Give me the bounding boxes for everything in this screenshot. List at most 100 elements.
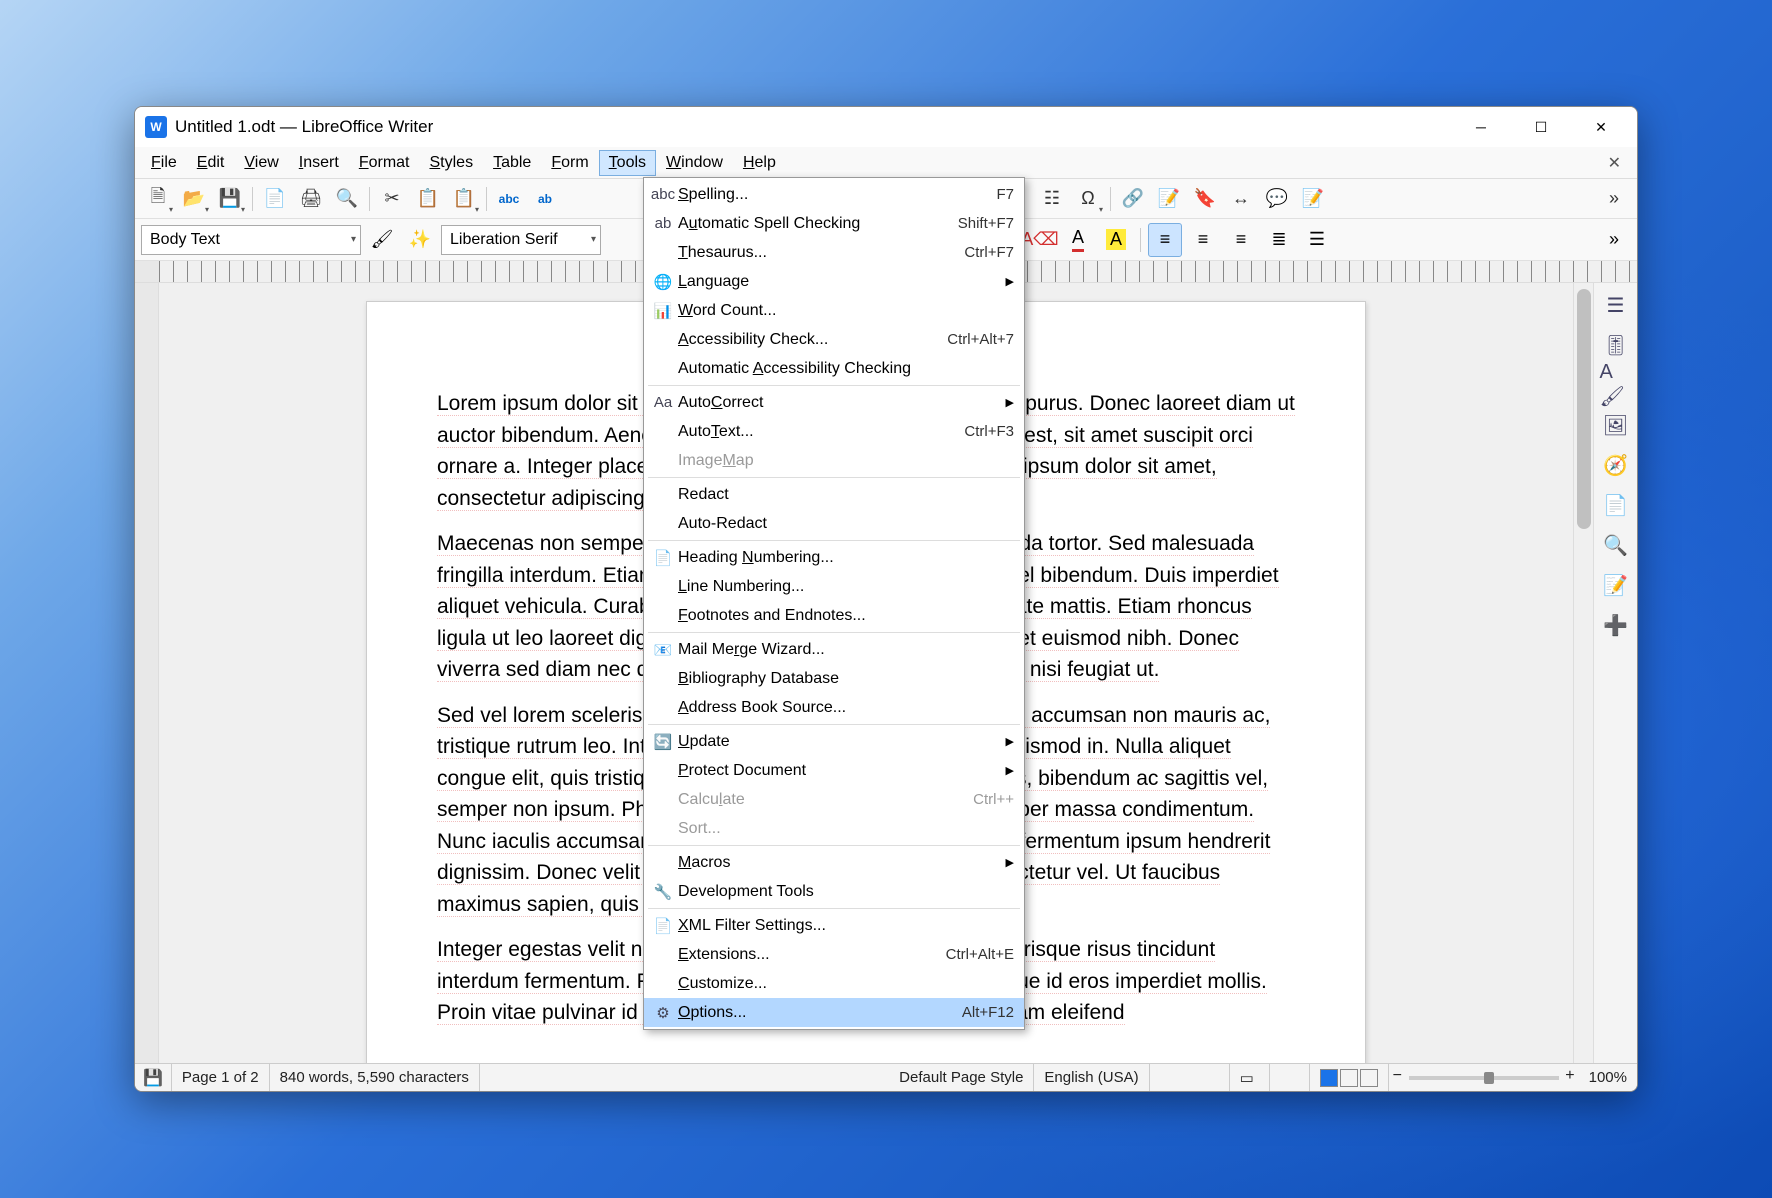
menu-item-mail-merge-wizard[interactable]: 📧Mail Merge Wizard... [644,635,1024,664]
open-button[interactable]: 📂 [177,182,211,216]
menu-item-autocorrect[interactable]: AaAutoCorrect▶ [644,388,1024,417]
selection-mode-status[interactable]: ▭ [1230,1064,1270,1091]
menu-item-automatic-accessibility-checking[interactable]: Automatic Accessibility Checking [644,354,1024,383]
hyperlink-button[interactable]: 🔗 [1116,182,1150,216]
zoom-percent[interactable]: 100% [1579,1064,1637,1091]
menu-item-development-tools[interactable]: 🔧Development Tools [644,877,1024,906]
menu-item-automatic-spell-checking[interactable]: abAutomatic Spell CheckingShift+F7 [644,209,1024,238]
footnote-button[interactable]: 📝 [1152,182,1186,216]
cut-button[interactable]: ✂ [375,182,409,216]
export-pdf-button[interactable]: 📄 [258,182,292,216]
menu-edit[interactable]: Edit [187,150,235,176]
book-view-icon[interactable] [1360,1069,1378,1087]
clear-format-button[interactable]: A⌫ [1023,223,1057,257]
page-icon[interactable]: 📄 [1600,489,1632,521]
menu-item-spelling[interactable]: abcSpelling...F7 [644,180,1024,209]
highlight-button[interactable]: A [1099,223,1133,257]
page-status[interactable]: Page 1 of 2 [172,1064,270,1091]
menu-item-macros[interactable]: Macros▶ [644,848,1024,877]
menu-styles[interactable]: Styles [420,150,484,176]
spellcheck-icon[interactable]: abc [492,182,526,216]
menu-table[interactable]: Table [483,150,541,176]
align-left-button[interactable]: ≡ [1148,223,1182,257]
copy-button[interactable]: 📋 [411,182,445,216]
menu-tools[interactable]: Tools [599,150,656,176]
menu-item-extensions[interactable]: Extensions...Ctrl+Alt+E [644,940,1024,969]
vertical-scrollbar[interactable] [1573,283,1593,1063]
vertical-ruler[interactable] [135,283,159,1063]
menu-item-accessibility-check[interactable]: Accessibility Check...Ctrl+Alt+7 [644,325,1024,354]
menu-item-protect-document[interactable]: Protect Document▶ [644,756,1024,785]
update-style-button[interactable]: 🖌 [365,223,399,257]
formatting-more-button[interactable]: » [1597,223,1631,257]
track-changes-button[interactable]: 📝 [1296,182,1330,216]
menu-item-heading-numbering[interactable]: 📄Heading Numbering... [644,543,1024,572]
menu-help[interactable]: Help [733,150,786,176]
minimize-button[interactable]: ─ [1451,107,1511,147]
menu-item-redact[interactable]: Redact [644,480,1024,509]
properties-icon[interactable]: 🎚 [1600,329,1632,361]
view-layout-buttons[interactable] [1310,1064,1389,1091]
comment-button[interactable]: 💬 [1260,182,1294,216]
zoom-knob[interactable] [1484,1072,1494,1084]
menu-insert[interactable]: Insert [289,150,349,176]
language-status[interactable]: English (USA) [1034,1064,1149,1091]
bookmark-button[interactable]: 🔖 [1188,182,1222,216]
print-preview-button[interactable]: 🔍 [330,182,364,216]
font-color-button[interactable]: A [1061,223,1095,257]
menu-window[interactable]: Window [656,150,733,176]
align-right-button[interactable]: ≡ [1224,223,1258,257]
close-button[interactable]: ✕ [1571,107,1631,147]
menu-item-word-count[interactable]: 📊Word Count... [644,296,1024,325]
style-inspect-icon[interactable]: 🔍 [1600,529,1632,561]
font-name-combo[interactable]: Liberation Serif ▾ [441,225,601,255]
navigator-icon[interactable]: 🧭 [1600,449,1632,481]
maximize-button[interactable]: ☐ [1511,107,1571,147]
menu-file[interactable]: File [141,150,187,176]
single-page-icon[interactable] [1320,1069,1338,1087]
crossref-button[interactable]: ↔ [1224,182,1258,216]
menu-item-address-book-source[interactable]: Address Book Source... [644,693,1024,722]
paragraph-style-combo[interactable]: Body Text ▾ [141,225,361,255]
autospell-icon[interactable]: ab [528,182,562,216]
menu-item-thesaurus[interactable]: Thesaurus...Ctrl+F7 [644,238,1024,267]
menu-item-customize[interactable]: Customize... [644,969,1024,998]
toolbar-more-button[interactable]: » [1597,182,1631,216]
menu-item-autotext[interactable]: AutoText...Ctrl+F3 [644,417,1024,446]
paste-button[interactable]: 📋 [447,182,481,216]
menu-item-xml-filter-settings[interactable]: 📄XML Filter Settings... [644,911,1024,940]
menu-view[interactable]: View [234,150,288,176]
new-style-button[interactable]: ✨ [403,223,437,257]
menu-item-options[interactable]: ⚙Options...Alt+F12 [644,998,1024,1027]
save-status-icon[interactable]: 💾 [135,1064,172,1091]
justify-button[interactable]: ≣ [1262,223,1296,257]
special-char-button[interactable]: Ω [1071,182,1105,216]
styles-icon[interactable]: A🖌 [1600,369,1632,401]
zoom-slider[interactable]: − + [1409,1076,1559,1080]
zoom-in-button[interactable]: + [1565,1067,1574,1085]
signature-status[interactable] [1270,1064,1310,1091]
gallery-icon[interactable]: 🖼 [1600,409,1632,441]
accessibility-icon[interactable]: ➕ [1600,609,1632,641]
manage-changes-icon[interactable]: 📝 [1600,569,1632,601]
menu-item-language[interactable]: 🌐Language▶ [644,267,1024,296]
multi-page-icon[interactable] [1340,1069,1358,1087]
list-button[interactable]: ☰ [1300,223,1334,257]
page-style-status[interactable]: Default Page Style [889,1064,1034,1091]
field-button[interactable]: ☷ [1035,182,1069,216]
menu-item-bibliography-database[interactable]: Bibliography Database [644,664,1024,693]
word-count-status[interactable]: 840 words, 5,590 characters [270,1064,480,1091]
menu-item-update[interactable]: 🔄Update▶ [644,727,1024,756]
menu-item-line-numbering[interactable]: Line Numbering... [644,572,1024,601]
zoom-out-button[interactable]: − [1393,1067,1402,1085]
close-document-button[interactable]: ✕ [1598,149,1631,177]
align-center-button[interactable]: ≡ [1186,223,1220,257]
save-button[interactable]: 💾 [213,182,247,216]
menu-format[interactable]: Format [349,150,420,176]
menu-item-auto-redact[interactable]: Auto-Redact [644,509,1024,538]
menu-item-footnotes-and-endnotes[interactable]: Footnotes and Endnotes... [644,601,1024,630]
menu-form[interactable]: Form [541,150,598,176]
print-button[interactable]: 🖨 [294,182,328,216]
new-button[interactable]: 🗎 [141,182,175,216]
insert-mode-status[interactable] [1150,1064,1230,1091]
